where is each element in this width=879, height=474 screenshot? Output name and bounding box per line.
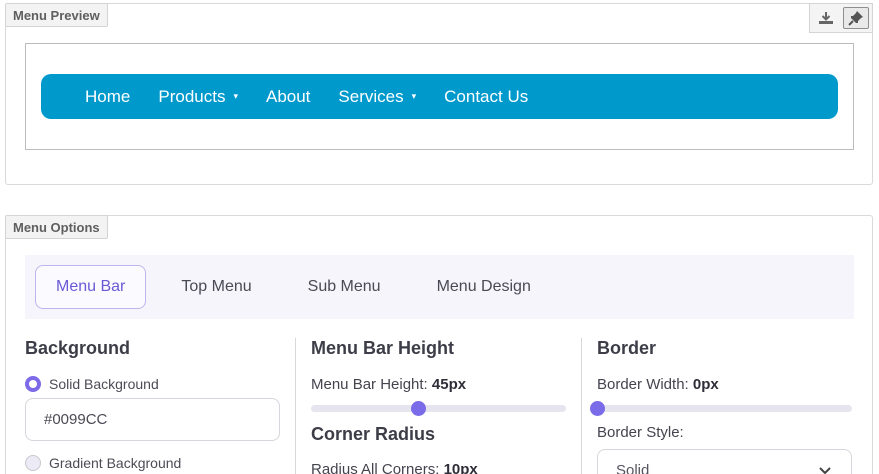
border-width-readout: Border Width: 0px	[597, 376, 867, 393]
menu-bar-height-value: 45px	[431, 376, 467, 393]
menu-bar-height-label: Menu Bar Height:	[311, 376, 428, 393]
border-style-value: Solid	[616, 462, 650, 474]
background-color-input[interactable]: #0099CC	[25, 398, 280, 441]
caret-down-icon: ▾	[411, 91, 417, 101]
menu-item-home[interactable]: Home	[85, 87, 130, 107]
background-section: Background Solid Background #0099CC Grad…	[25, 338, 295, 474]
solid-background-option[interactable]: Solid Background	[25, 376, 295, 392]
options-tabs: Menu Bar Top Menu Sub Menu Menu Design	[25, 255, 854, 319]
menu-preview-panel: Menu Preview Home Products ▾ About Services ▾…	[5, 3, 873, 185]
corner-radius-readout: Radius All Corners: 10px	[311, 461, 581, 474]
border-style-select[interactable]: Solid	[597, 449, 852, 474]
menu-item-label: Services	[338, 86, 404, 106]
menu-item-label: Contact Us	[444, 86, 529, 106]
chevron-down-icon	[819, 466, 831, 474]
menu-item-services[interactable]: Services ▾	[338, 87, 416, 107]
menu-options-panel: Menu Options Menu Bar Top Menu Sub Menu …	[5, 215, 873, 474]
caret-down-icon: ▾	[233, 91, 238, 101]
pin-button[interactable]	[843, 7, 869, 29]
tab-sub-menu[interactable]: Sub Menu	[287, 265, 402, 309]
gradient-background-radio[interactable]	[25, 455, 41, 471]
preview-frame: Home Products ▾ About Services ▾ Contact Us	[25, 43, 854, 150]
menu-bar-height-slider[interactable]	[311, 401, 566, 416]
column-divider	[295, 338, 296, 474]
border-width-label: Border Width:	[597, 376, 689, 393]
menu-bar-height-readout: Menu Bar Height: 45px	[311, 376, 581, 393]
menu-item-label: Home	[85, 86, 131, 106]
border-width-slider[interactable]	[590, 401, 852, 416]
pin-icon	[848, 11, 863, 26]
menu-item-about[interactable]: About	[266, 87, 310, 107]
menu-bar: Home Products ▾ About Services ▾ Contact Us	[41, 74, 838, 119]
download-button[interactable]	[813, 7, 839, 29]
border-style-label: Border Style:	[597, 424, 684, 441]
corner-radius-label: Radius All Corners:	[311, 461, 440, 474]
menu-options-legend: Menu Options	[5, 215, 108, 239]
tab-menu-bar[interactable]: Menu Bar	[35, 265, 147, 309]
border-width-slider-handle[interactable]	[590, 401, 605, 416]
tab-menu-design[interactable]: Menu Design	[416, 265, 552, 309]
menu-item-label: Products	[158, 86, 226, 106]
solid-background-radio[interactable]	[25, 376, 41, 392]
background-title: Background	[25, 338, 131, 358]
gradient-background-label: Gradient Background	[49, 455, 182, 471]
menu-item-label: About	[265, 86, 311, 106]
menu-bar-height-slider-handle[interactable]	[411, 401, 427, 416]
preview-toolbar	[809, 3, 873, 33]
border-width-value: 0px	[692, 376, 719, 393]
border-section: Border Border Width: 0px Border Style: S…	[590, 338, 867, 474]
download-icon	[819, 12, 833, 24]
corner-radius-title: Corner Radius	[311, 424, 436, 444]
gradient-background-option[interactable]: Gradient Background	[25, 455, 295, 471]
border-title: Border	[597, 338, 657, 358]
menu-item-products[interactable]: Products ▾	[158, 87, 238, 107]
solid-background-label: Solid Background	[49, 376, 159, 392]
column-divider	[581, 338, 582, 474]
tab-top-menu[interactable]: Top Menu	[160, 265, 272, 309]
corner-radius-value: 10px	[443, 461, 478, 474]
menu-bar-height-section: Menu Bar Height Menu Bar Height: 45px Co…	[311, 338, 581, 474]
menu-bar-height-title: Menu Bar Height	[311, 338, 455, 358]
menu-item-contact-us[interactable]: Contact Us	[444, 87, 528, 107]
menu-preview-legend: Menu Preview	[5, 3, 108, 27]
